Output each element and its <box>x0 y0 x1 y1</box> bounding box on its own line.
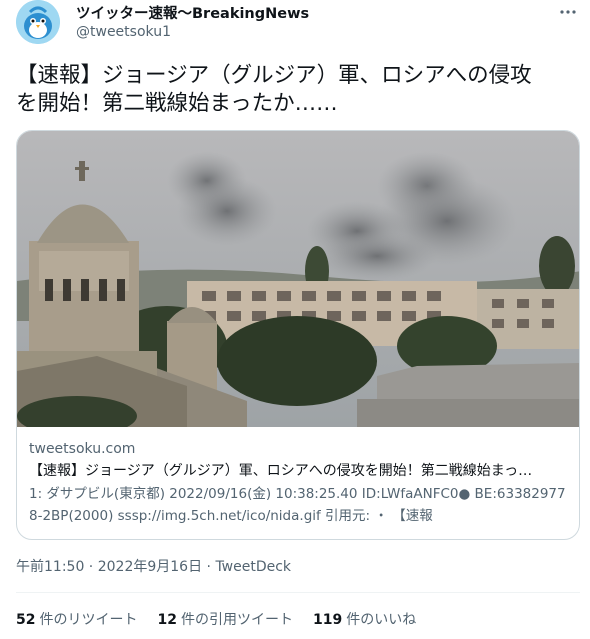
user-handle[interactable]: @tweetsoku1 <box>76 24 171 40</box>
card-title: 【速報】ジョージア（グルジア）軍、ロシアへの侵攻を開始！第二戦線始まっ… <box>29 463 533 479</box>
tweet-header: ツイッター速報〜BreakingNews @tweetsoku1 <box>16 0 582 48</box>
retweets-stat[interactable]: 52 件のリツイート <box>16 609 137 629</box>
tweet-stats: 52 件のリツイート 12 件の引用ツイート 119 件のいいね <box>16 609 416 629</box>
card-description: 1: ダサプビル(東京都) 2022/09/16(金) 10:38:25.40 … <box>29 486 566 524</box>
link-card[interactable]: tweetsoku.com 【速報】ジョージア（グルジア）軍、ロシアへの侵攻を開… <box>16 130 580 540</box>
tweet-source[interactable]: TweetDeck <box>215 559 291 575</box>
quotes-count: 12 <box>157 612 177 628</box>
tweet-text-line: を開始！第二戦線始まったか…… <box>16 91 338 116</box>
quotes-label: 件の引用ツイート <box>180 612 293 628</box>
tweet-date[interactable]: 2022年9月16日 <box>98 559 202 575</box>
tweet-meta: 午前11:50 · 2022年9月16日 · TweetDeck <box>16 556 291 576</box>
retweets-count: 52 <box>16 612 36 628</box>
divider <box>16 592 580 593</box>
likes-stat[interactable]: 119 件のいいね <box>313 609 416 629</box>
bird-avatar-icon[interactable] <box>16 0 60 44</box>
retweets-label: 件のリツイート <box>39 612 138 628</box>
meta-separator: · <box>202 559 216 575</box>
quotes-stat[interactable]: 12 件の引用ツイート <box>157 609 292 629</box>
card-photo[interactable] <box>17 131 579 436</box>
meta-separator: · <box>84 559 98 575</box>
tweet-time[interactable]: 午前11:50 <box>16 559 84 575</box>
likes-label: 件のいいね <box>346 612 417 628</box>
card-domain: tweetsoku.com <box>29 441 136 457</box>
tweet-text-line: 【速報】ジョージア（グルジア）軍、ロシアへの侵攻 <box>16 63 532 88</box>
user-display-name[interactable]: ツイッター速報〜BreakingNews <box>76 2 309 23</box>
more-dots-icon[interactable] <box>556 0 580 24</box>
card-info[interactable]: tweetsoku.com 【速報】ジョージア（グルジア）軍、ロシアへの侵攻を開… <box>29 439 569 527</box>
tweet-text: 【速報】ジョージア（グルジア）軍、ロシアへの侵攻 を開始！第二戦線始まったか…… <box>16 62 580 118</box>
likes-count: 119 <box>312 612 343 628</box>
